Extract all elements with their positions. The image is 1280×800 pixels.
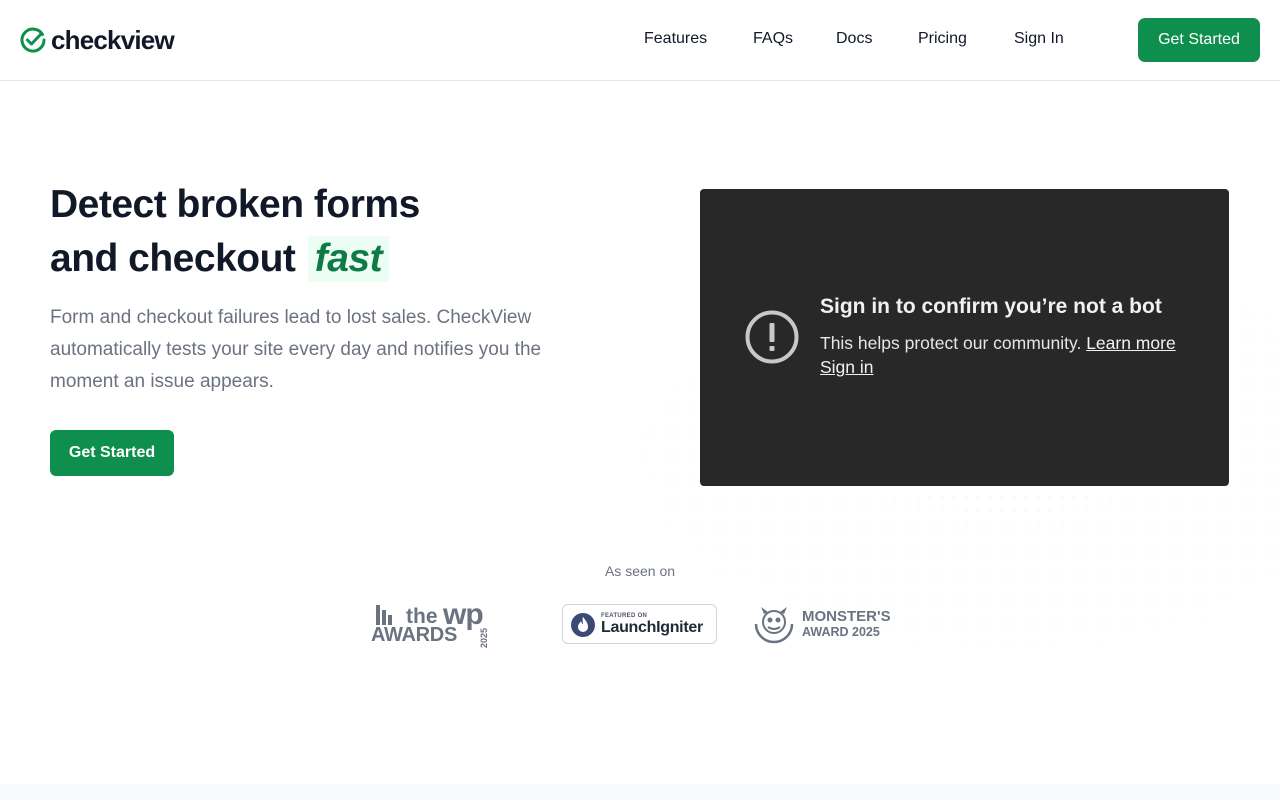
- hero-title-line2-text: and checkout: [50, 237, 296, 280]
- flame-icon: [571, 613, 595, 637]
- learn-more-link[interactable]: Learn more: [1086, 333, 1176, 353]
- monsters-award-logo: MONSTER'S AWARD 2025: [752, 604, 891, 644]
- hero-get-started-button[interactable]: Get Started: [50, 430, 174, 476]
- monster-mascot-icon: [754, 607, 794, 644]
- as-seen-on-label: As seen on: [604, 563, 676, 579]
- header-get-started-button[interactable]: Get Started: [1138, 18, 1260, 62]
- video-sign-in-link[interactable]: Sign in: [820, 357, 874, 377]
- nav-sign-in[interactable]: Sign In: [1014, 30, 1064, 48]
- hero-title-highlight: fast: [307, 236, 390, 282]
- launchigniter-name: LaunchIgniter: [601, 619, 703, 636]
- hero-title-line1: Detect broken forms: [50, 183, 420, 226]
- video-message-body: This helps protect our community. Learn …: [820, 331, 1200, 379]
- logo-link[interactable]: checkview: [20, 24, 175, 56]
- next-section-edge: [0, 784, 1280, 800]
- monster-award-line1: MONSTER'S: [802, 608, 891, 625]
- launchigniter-badge[interactable]: FEATURED ON LaunchIgniter: [562, 604, 717, 644]
- site-header: checkview Features FAQs Docs Pricing Sig…: [0, 0, 1280, 81]
- hero-description: Form and checkout failures lead to lost …: [50, 307, 542, 392]
- monster-award-line2: AWARD 2025: [802, 625, 880, 639]
- logo-text: checkview: [51, 24, 175, 55]
- nav-pricing[interactable]: Pricing: [918, 30, 967, 48]
- video-embed[interactable]: Sign in to confirm you’re not a bot This…: [700, 189, 1229, 486]
- wp-award-year: 2025: [479, 628, 489, 649]
- video-message-title: Sign in to confirm you’re not a bot: [820, 295, 1162, 318]
- check-circle-icon: [20, 27, 46, 53]
- nav-faqs[interactable]: FAQs: [753, 30, 793, 48]
- nav-docs[interactable]: Docs: [836, 30, 872, 48]
- wp-award-awards: AWARDS: [371, 624, 457, 646]
- nav-features[interactable]: Features: [644, 30, 707, 48]
- exclamation-circle-icon: [745, 310, 799, 364]
- hero-title-line2: and checkout fast: [50, 232, 610, 286]
- hero-title: Detect broken forms and checkout fast: [50, 178, 610, 286]
- video-message-text: This helps protect our community.: [820, 333, 1082, 353]
- wp-awards-logo: the WP AWARDS 2025: [370, 598, 500, 649]
